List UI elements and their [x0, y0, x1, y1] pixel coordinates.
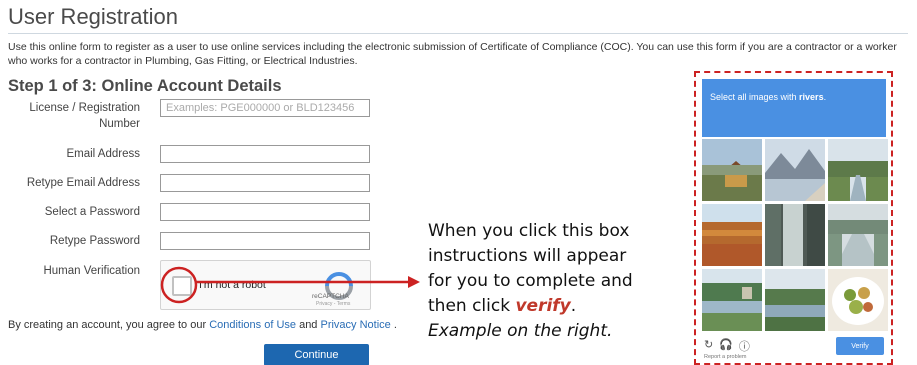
info-icon[interactable]: ⓘ	[739, 338, 750, 354]
captcha-tile-river-bank[interactable]	[702, 269, 762, 331]
license-label: License / Registration Number	[29, 102, 140, 130]
retype-email-input[interactable]	[160, 174, 370, 192]
callout-line-4: then click verify.	[428, 294, 678, 319]
recaptcha-widget: I'm not a robot reCAPTCHA Privacy - Term…	[160, 260, 371, 310]
callout-line-3: for you to complete and	[428, 271, 633, 291]
password-label: Select a Password	[44, 206, 140, 218]
continue-button[interactable]: Continue	[264, 344, 369, 365]
reload-icon[interactable]: ↻	[704, 338, 713, 354]
recaptcha-label: I'm not a robot	[199, 279, 266, 291]
recaptcha-checkbox[interactable]	[172, 276, 192, 296]
agreement-text: By creating an account, you agree to our…	[8, 319, 397, 331]
privacy-link[interactable]: Privacy Notice	[320, 319, 390, 331]
captcha-prompt-suffix: .	[823, 92, 827, 102]
captcha-tile-river-town[interactable]	[765, 269, 825, 331]
title-divider	[8, 33, 908, 34]
email-label: Email Address	[66, 148, 140, 160]
headphones-icon[interactable]: 🎧	[719, 338, 733, 354]
callout-arrowhead-icon	[408, 276, 420, 288]
recaptcha-brand: reCAPTCHA	[312, 293, 349, 300]
callout-line-5: Example on the right.	[428, 321, 613, 341]
email-input[interactable]	[160, 145, 370, 163]
report-problem-link[interactable]: Report a problem	[704, 354, 747, 360]
captcha-tile-river-fog[interactable]	[828, 204, 888, 266]
captcha-footer: ↻ 🎧 ⓘ Report a problem Verify	[702, 333, 886, 363]
callout-line-4-prefix: then click	[428, 296, 516, 316]
callout-line-4-suffix: .	[570, 296, 577, 316]
page-title: User Registration	[8, 4, 178, 29]
human-verification-label: Human Verification	[43, 265, 140, 277]
callout-line-2: instructions will appear	[428, 246, 627, 266]
intro-text: Use this online form to register as a us…	[8, 41, 897, 67]
captcha-tile-house-landscape[interactable]	[702, 139, 762, 201]
verify-button[interactable]: Verify	[836, 337, 884, 355]
password-input[interactable]	[160, 203, 370, 221]
captcha-tile-mountain-lake[interactable]	[765, 139, 825, 201]
retype-email-label: Retype Email Address	[26, 177, 140, 189]
captcha-tile-autumn-lake[interactable]	[702, 204, 762, 266]
instruction-callout: When you click this box instructions wil…	[428, 219, 678, 344]
captcha-prompt-keyword: rivers	[799, 92, 824, 102]
agreement-suffix: .	[390, 319, 397, 331]
captcha-prompt-prefix: Select all images with	[710, 92, 800, 102]
captcha-tile-waterfall[interactable]	[765, 204, 825, 266]
callout-verify-word: verify	[515, 296, 571, 316]
captcha-tile-river-trees[interactable]	[828, 139, 888, 201]
retype-password-label: Retype Password	[49, 235, 140, 247]
conditions-link[interactable]: Conditions of Use	[209, 319, 296, 331]
retype-password-input[interactable]	[160, 232, 370, 250]
captcha-image-grid	[702, 139, 888, 331]
captcha-tools: ↻ 🎧 ⓘ	[704, 338, 750, 354]
callout-line-1: When you click this box	[428, 221, 630, 241]
captcha-prompt: Select all images with rivers.	[702, 79, 886, 137]
captcha-challenge-panel: Select all images with rivers. ↻ 🎧 ⓘ Rep…	[694, 71, 893, 365]
step-title: Step 1 of 3: Online Account Details	[8, 77, 282, 95]
license-input[interactable]	[160, 99, 370, 117]
recaptcha-terms: Privacy - Terms	[316, 301, 351, 307]
captcha-tile-food-plate[interactable]	[828, 269, 888, 331]
agreement-and: and	[296, 319, 321, 331]
agreement-prefix: By creating an account, you agree to our	[8, 319, 210, 331]
